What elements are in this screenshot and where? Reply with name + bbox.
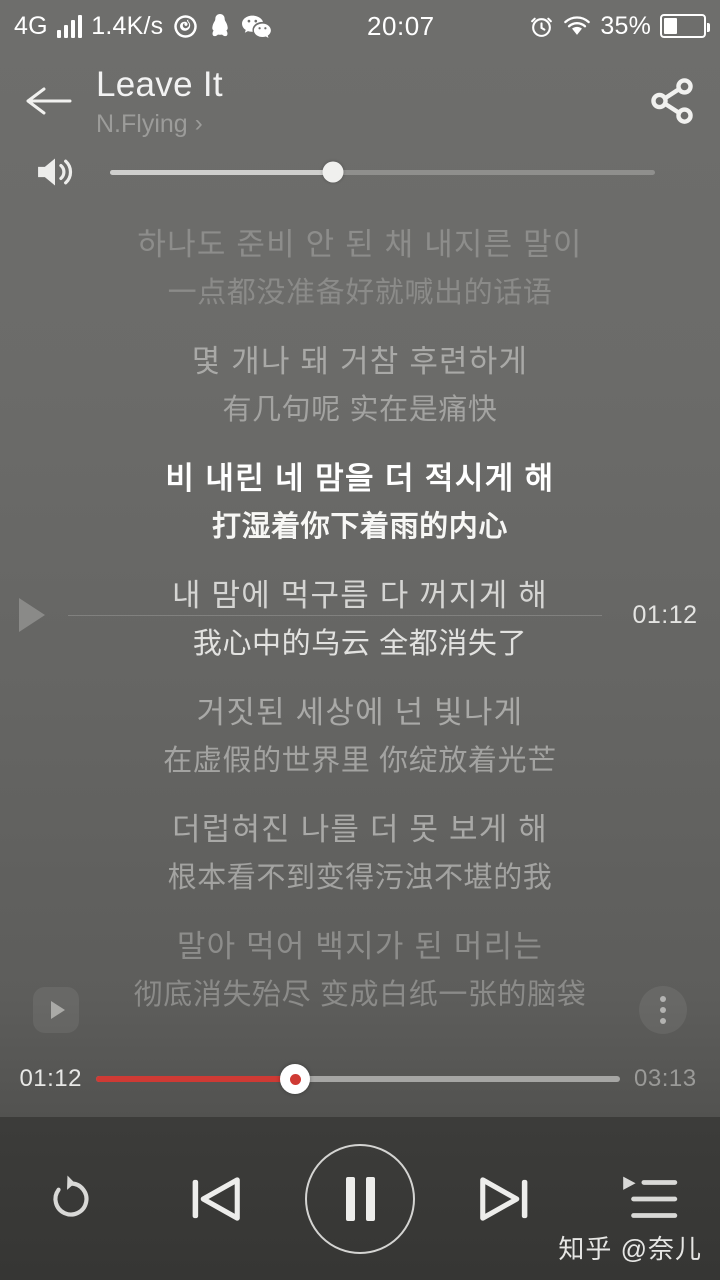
play-pause-button[interactable] [288,1117,432,1280]
network-type-label: 4G [14,11,48,40]
lyric-line[interactable]: 내 맘에 먹구름 다 꺼지게 해 我心中的乌云 全都消失了 [0,570,720,667]
volume-speaker-icon[interactable] [0,153,110,191]
player-header: Leave It N.Flying › [0,58,720,144]
total-time-label: 03:13 [634,1065,697,1092]
lyric-original: 비 내린 네 맘을 더 적시게 해 [165,461,555,496]
status-bar-center: 20:07 [272,11,529,42]
progress-slider-thumb[interactable] [280,1064,311,1094]
mini-play-button[interactable] [33,987,79,1033]
status-bar: 4G 1.4K/s 20:07 35% [0,0,720,52]
previous-track-icon [192,1176,240,1221]
watermark-label: 知乎 @奈儿 [558,1234,702,1264]
lyric-line[interactable]: 몇 개나 돼 거참 후련하게 有几句呢 实在是痛快 [0,336,720,433]
more-vertical-icon-dot [660,1018,666,1024]
repeat-mode-button[interactable] [0,1117,144,1280]
more-vertical-icon-dot [660,1007,666,1013]
signal-bars-icon [56,14,83,38]
more-options-button[interactable] [639,986,687,1034]
volume-slider-fill [110,169,334,175]
next-track-button[interactable] [432,1117,576,1280]
elapsed-time-label: 01:12 [19,1065,82,1092]
battery-icon [660,14,710,38]
lyric-line[interactable]: 하나도 준비 안 된 채 내지른 말이 一点都没准备好就喊出的话语 [0,219,720,316]
artist-link[interactable]: N.Flying › [96,109,624,139]
artist-name-label: N.Flying [96,109,188,138]
lyric-line[interactable]: 말아 먹어 백지가 된 머리는 彻底消失殆尽 变成白纸一张的脑袋 [0,921,720,1018]
next-track-icon [480,1176,528,1221]
volume-slider-track[interactable] [110,161,655,183]
pause-icon [305,1143,415,1254]
lyric-original: 내 맘에 먹구름 다 꺼지게 해 [172,578,548,613]
lyric-line[interactable]: 거짓된 세상에 넌 빛나게 在虚假的世界里 你绽放着光芒 [0,687,720,784]
lyric-translation: 在虚假的世界里 你绽放着光芒 [163,745,557,777]
volume-slider-thumb[interactable] [322,161,344,183]
lyric-translation: 打湿着你下着雨的内心 [211,511,508,543]
playlist-queue-icon [623,1176,678,1218]
repeat-loop-icon [53,1174,89,1217]
lyric-original: 거짓된 세상에 넌 빛나게 [196,695,524,730]
qq-icon [208,13,232,40]
chevron-right-icon: › [194,109,203,137]
progress-slider-track[interactable] [96,1064,620,1094]
lyric-line[interactable]: 더럽혀진 나를 더 못 보게 해 根本看不到变得污浊不堪的我 [0,804,720,901]
share-button[interactable] [624,58,720,144]
more-vertical-icon-dot [660,996,666,1002]
share-icon [651,78,693,124]
volume-control[interactable] [0,148,720,196]
title-block: Leave It N.Flying › [96,64,624,139]
wechat-icon [241,13,272,40]
lyric-original: 하나도 준비 안 된 채 내지른 말이 [137,227,583,262]
status-bar-right: 35% [529,11,710,41]
previous-track-button[interactable] [144,1117,288,1280]
play-triangle-icon [50,1001,65,1019]
alarm-clock-icon [529,14,554,39]
lyric-translation: 根本看不到变得污浊不堪的我 [167,862,553,894]
music-player-screen: 4G 1.4K/s 20:07 35% Leave It N.Flying › … [0,0,720,1280]
lyric-translation: 我心中的乌云 全都消失了 [192,628,528,660]
status-bar-left: 4G 1.4K/s [14,12,272,41]
lyric-translation: 彻底消失殆尽 变成白纸一张的脑袋 [133,979,587,1011]
lyric-translation: 一点都没准备好就喊出的话语 [167,277,553,309]
netease-music-icon [172,13,199,40]
back-button[interactable] [0,58,96,144]
battery-percent-label: 35% [600,11,651,40]
page-title: Leave It [96,64,223,104]
status-bar-clock: 20:07 [367,10,435,41]
progress-control[interactable]: 01:12 03:13 [0,1056,720,1102]
wifi-icon [563,14,591,38]
lyric-original: 더럽혀진 나를 더 못 보게 해 [172,812,548,847]
lyric-original: 몇 개나 돼 거참 후련하게 [191,344,529,379]
lyric-original: 말아 먹어 백지가 된 머리는 [176,929,544,964]
progress-slider-fill [96,1076,296,1082]
lyric-line[interactable]: 비 내린 네 맘을 더 적시게 해 打湿着你下着雨的内心 [0,453,720,550]
data-speed-label: 1.4K/s [91,11,164,40]
lyrics-panel[interactable]: 하나도 준비 안 된 채 내지른 말이 一点都没准备好就喊出的话语 몇 개나 돼 거… [0,205,720,1011]
back-arrow-icon [26,87,72,115]
lyric-translation: 有几句呢 实在是痛快 [222,394,498,426]
